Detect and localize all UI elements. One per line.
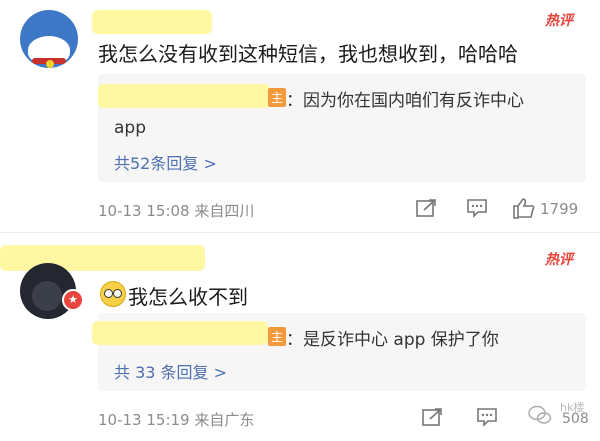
comment-text: 我怎么收不到 — [128, 285, 248, 309]
share-icon[interactable] — [416, 198, 438, 222]
reply-icon[interactable] — [476, 407, 498, 431]
comment-text: 我怎么没有收到这种短信，我也想收到，哈哈哈 — [98, 42, 518, 66]
more-replies-link[interactable]: 共52条回复 > — [114, 150, 217, 174]
poster-badge: 主 — [268, 88, 287, 107]
reply-box[interactable]: 主 ：是反诈中心 app 保护了你 共 33 条回复 > — [92, 313, 586, 391]
comment-1: 热评 我怎么没有收到这种短信，我也想收到，哈哈哈 主 ：因为你在国内咱们有反诈中… — [0, 0, 600, 232]
wechat-watermark-icon — [528, 405, 552, 429]
hot-comment-badge: 热评 — [545, 13, 573, 29]
reply-text: ：因为你在国内咱们有反诈中心 — [286, 91, 524, 111]
username-highlight[interactable] — [92, 10, 212, 34]
like-icon[interactable] — [512, 197, 536, 223]
username-highlight[interactable] — [0, 245, 205, 271]
reply-author-highlight[interactable] — [92, 321, 268, 345]
hot-comment-badge: 热评 — [545, 252, 573, 268]
share-icon[interactable] — [422, 407, 444, 431]
verified-badge-icon: ★ — [62, 289, 84, 311]
reply-text-cont: app — [114, 118, 146, 138]
reply-icon[interactable] — [466, 198, 488, 222]
poster-badge: 主 — [268, 327, 287, 346]
avatar[interactable] — [20, 10, 78, 68]
reply-author-highlight[interactable] — [98, 84, 270, 108]
reply-box[interactable]: 主 ：因为你在国内咱们有反诈中心 app 共52条回复 > — [98, 74, 586, 182]
comment-meta: 10-13 15:08 来自四川 — [98, 202, 255, 220]
comment-meta: 10-13 15:19 来自广东 — [98, 411, 255, 429]
more-replies-link[interactable]: 共 33 条回复 > — [114, 359, 227, 383]
like-count: 1799 — [540, 200, 579, 218]
reply-text: ：是反诈中心 app 保护了你 — [286, 330, 499, 350]
emoji-icon — [100, 281, 126, 307]
comment-2: 热评 ★ 我怎么收不到 主 ：是反诈中心 app 保护了你 共 33 条回复 >… — [0, 233, 600, 441]
watermark-label: hk楼 — [560, 401, 585, 414]
